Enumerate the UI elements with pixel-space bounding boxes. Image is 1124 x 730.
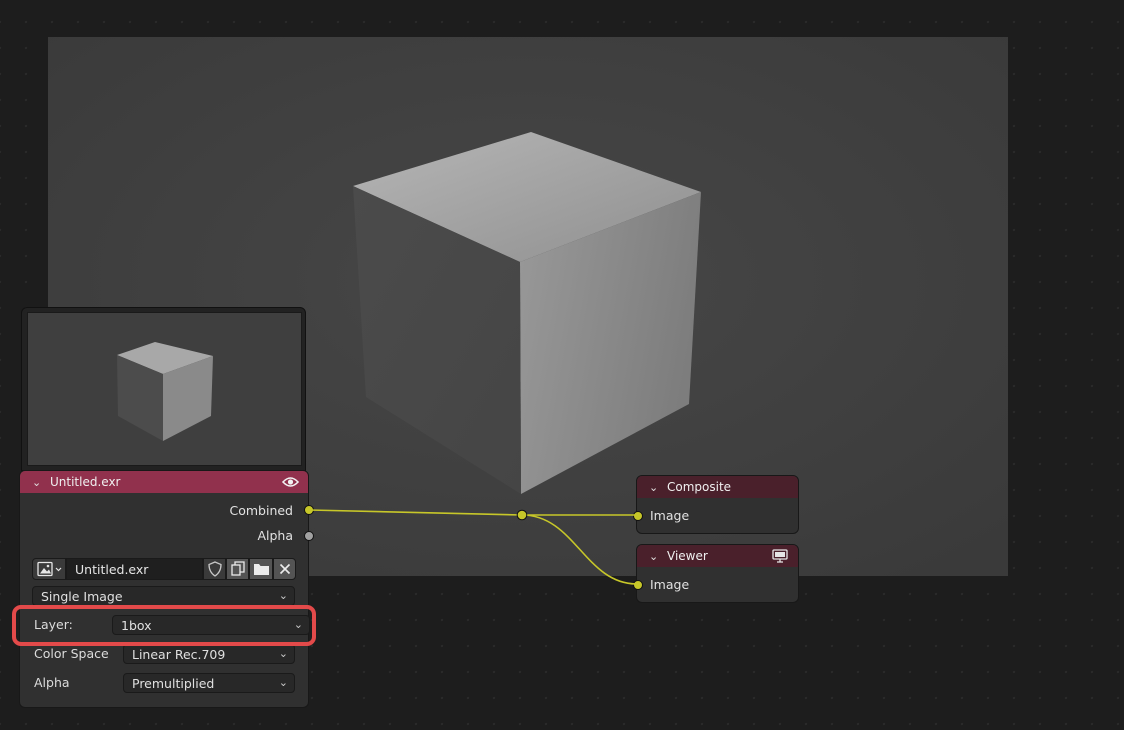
source-dropdown[interactable]: Single Image ⌄	[32, 586, 295, 606]
viewer-node[interactable]: ⌄ Viewer Image	[633, 544, 799, 603]
composite-input-label: Image	[650, 508, 690, 523]
image-browse-icon	[37, 561, 62, 577]
image-datablock-selector: Untitled.exr	[32, 558, 296, 580]
composite-node-title: Composite	[667, 480, 732, 494]
alpha-value: Premultiplied	[132, 675, 215, 691]
folder-icon	[253, 564, 269, 575]
image-name-text: Untitled.exr	[75, 561, 149, 577]
output-label-alpha: Alpha	[257, 528, 293, 543]
socket-combined-output[interactable]	[304, 505, 314, 515]
colorspace-dropdown[interactable]: Linear Rec.709 ⌄	[123, 644, 295, 664]
image-node[interactable]: ⌄ Untitled.exr Combined Alpha Untitled.e…	[19, 470, 314, 708]
chevron-down-icon: ⌄	[278, 589, 288, 602]
colorspace-label: Color Space	[34, 646, 109, 661]
image-browse-button[interactable]	[32, 558, 66, 580]
duplicate-icon	[230, 561, 245, 576]
composite-node-header[interactable]: ⌄ Composite	[637, 476, 798, 498]
close-icon	[279, 563, 290, 575]
chevron-down-icon: ⌄	[278, 676, 288, 689]
colorspace-value: Linear Rec.709	[132, 646, 226, 662]
socket-viewer-image-input[interactable]	[633, 580, 643, 590]
image-name-field[interactable]: Untitled.exr	[66, 558, 203, 580]
socket-alpha-output[interactable]	[304, 531, 314, 541]
unlink-image-button[interactable]	[273, 558, 296, 580]
alpha-dropdown[interactable]: Premultiplied ⌄	[123, 673, 295, 693]
image-node-header[interactable]: ⌄ Untitled.exr	[20, 471, 308, 493]
output-label-combined: Combined	[229, 503, 293, 518]
socket-composite-image-input[interactable]	[633, 511, 643, 521]
open-image-button[interactable]	[249, 558, 273, 580]
alpha-row: Alpha Premultiplied ⌄	[33, 673, 296, 693]
alpha-label: Alpha	[34, 675, 70, 690]
image-node-title: Untitled.exr	[50, 475, 121, 489]
fake-user-button[interactable]	[203, 558, 226, 580]
colorspace-row: Color Space Linear Rec.709 ⌄	[33, 644, 296, 664]
duplicate-image-button[interactable]	[226, 558, 249, 580]
chevron-down-icon: ⌄	[278, 647, 288, 660]
viewer-node-title: Viewer	[667, 549, 708, 563]
collapse-chevron-icon[interactable]: ⌄	[32, 476, 44, 489]
preview-thumbnail	[28, 313, 301, 465]
viewer-input-label: Image	[650, 577, 690, 592]
image-preview	[21, 307, 306, 471]
shield-icon	[207, 561, 222, 577]
composite-node[interactable]: ⌄ Composite Image	[633, 475, 799, 534]
monitor-icon[interactable]	[772, 549, 788, 563]
viewer-node-header[interactable]: ⌄ Viewer	[637, 545, 798, 567]
preview-eye-icon[interactable]	[282, 475, 299, 489]
source-value: Single Image	[41, 588, 123, 604]
collapse-chevron-icon[interactable]: ⌄	[649, 481, 661, 494]
layer-highlight-box	[12, 605, 316, 646]
collapse-chevron-icon[interactable]: ⌄	[649, 550, 661, 563]
